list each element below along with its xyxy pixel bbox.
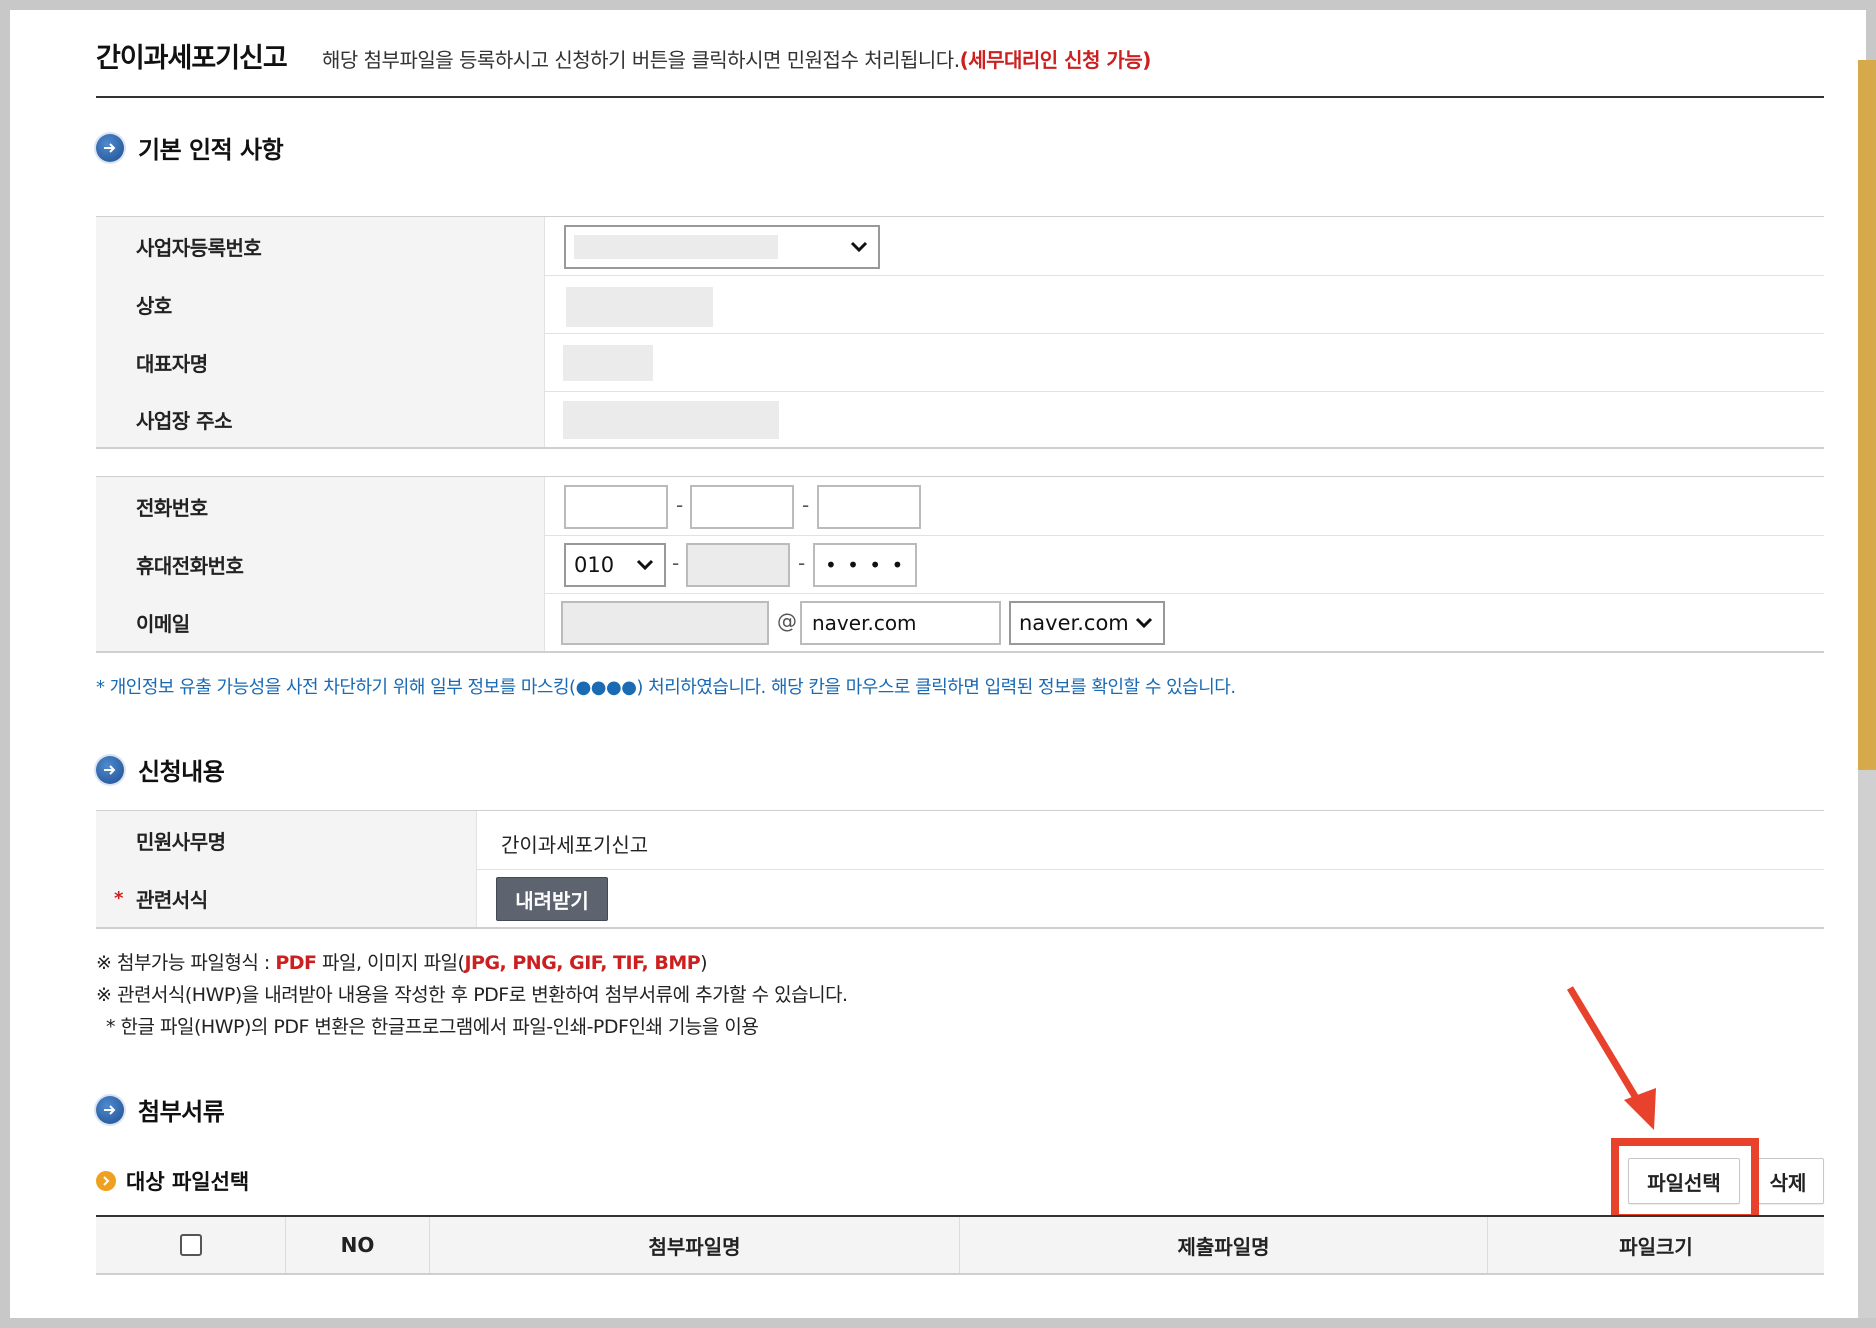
orange-chevron-icon [96,1171,116,1191]
mobile-middle-field[interactable] [686,543,790,587]
page-description: 해당 첨부파일을 등록하시고 신청하기 버튼을 클릭하시면 민원접수 처리됩니다… [322,44,1151,73]
phone-field-1[interactable] [564,485,668,529]
row-representative: 대표자명 [96,333,1824,392]
label-email: 이메일 [96,593,545,651]
row-related-form: * 관련서식 내려받기 [96,869,1824,927]
label-company: 상호 [96,275,545,333]
masked-address [563,401,779,439]
arrow-circle-icon [96,1095,124,1124]
mobile-prefix-value: 010 [574,553,615,577]
label-representative: 대표자명 [96,333,545,391]
required-mark: * [114,887,123,909]
section-label: 신청내용 [138,758,225,786]
row-phone: 전화번호 - - [96,477,1824,536]
note-text: ) [700,952,708,974]
related-form-text: 관련서식 [136,887,208,912]
highlight-box [1611,1138,1759,1222]
col-file-size: 파일크기 [1619,1234,1693,1259]
mobile-last-field[interactable]: • • • • [813,543,917,587]
chevron-down-icon [850,241,868,253]
select-all-cell [96,1217,286,1273]
side-scroll-track [1858,770,1876,1318]
description-highlight: (세무대리인 신청 가능) [959,48,1152,72]
section-attachments-title: 첨부서류 [96,1092,225,1127]
note-text: 파일, 이미지 파일( [316,952,465,974]
biz-no-select[interactable] [564,225,880,269]
file-select-subtitle: 대상 파일선택 [96,1166,249,1196]
label-biz-no: 사업자등록번호 [96,217,545,275]
col-attached-file-name: 첨부파일명 [430,1217,960,1273]
note-text: ※ 첨부가능 파일형식 : [96,952,276,974]
dash: - [676,493,684,517]
masked-representative [563,345,653,381]
email-at-sign: @ [777,609,797,633]
note-hwp-convert: ※ 관련서식(HWP)을 내려받아 내용을 작성한 후 PDF로 변환하여 첨부… [96,984,848,1006]
phone-field-3[interactable] [817,485,921,529]
phone-field-2[interactable] [690,485,794,529]
label-mobile: 휴대전화번호 [96,535,545,593]
email-domain-select[interactable]: naver.com [1009,601,1165,645]
section-label: 첨부서류 [138,1098,225,1126]
page-title: 간이과세포기신고 [96,43,288,74]
label-related-form: * 관련서식 [96,869,477,927]
subtitle-text: 대상 파일선택 [126,1170,250,1194]
section-application-title: 신청내용 [96,752,225,787]
note-image-formats: JPG, PNG, GIF, TIF, BMP [464,952,701,974]
description-text: 해당 첨부파일을 등록하시고 신청하기 버튼을 클릭하시면 민원접수 처리됩니다… [322,48,960,72]
masked-company [566,287,713,327]
arrow-circle-icon [96,755,124,784]
email-id-field[interactable] [561,601,769,645]
side-scroll-strip [1858,60,1876,770]
row-company: 상호 [96,275,1824,334]
delete-button[interactable]: 삭제 [1752,1158,1824,1204]
label-phone: 전화번호 [96,477,545,535]
dash: - [802,493,810,517]
masked-biz-no [574,235,778,259]
email-domain-select-value: naver.com [1019,611,1129,635]
section-label: 기본 인적 사항 [138,136,284,164]
arrow-circle-icon [96,133,124,162]
attachments-table-header: NO 첨부파일명 제출파일명 파일크기 [96,1215,1824,1275]
note-file-formats: ※ 첨부가능 파일형식 : PDF 파일, 이미지 파일(JPG, PNG, G… [96,948,708,975]
row-mobile: 휴대전화번호 010 - - • • • • [96,535,1824,594]
email-domain-field[interactable]: naver.com [800,601,1001,645]
application-table: 민원사무명 간이과세포기신고 * 관련서식 내려받기 [96,810,1824,929]
note-hwp-pdf-print: * 한글 파일(HWP)의 PDF 변환은 한글프로그램에서 파일-인쇄-PDF… [106,1016,759,1038]
col-no: NO [286,1217,430,1273]
download-form-button[interactable]: 내려받기 [496,877,608,921]
row-service-name: 민원사무명 간이과세포기신고 [96,811,1824,870]
select-all-checkbox[interactable] [179,1234,202,1256]
row-email: 이메일 @ naver.com naver.com [96,593,1824,651]
note-pdf: PDF [275,952,317,974]
dash: - [672,551,680,575]
dash: - [798,551,806,575]
chevron-down-icon [636,559,654,571]
header-divider [96,96,1824,98]
row-biz-no: 사업자등록번호 [96,217,1824,276]
basic-info-table: 사업자등록번호 상호 대표자명 사업장 주소 [96,216,1824,449]
label-service-name: 민원사무명 [96,811,477,869]
contact-table: 전화번호 - - 휴대전화번호 010 - - • • • • 이메일 @ na… [96,476,1824,653]
row-address: 사업장 주소 [96,391,1824,447]
annotation-arrow-icon [1566,986,1656,1130]
privacy-notice: * 개인정보 유출 가능성을 사전 차단하기 위해 일부 정보를 마스킹(●●●… [96,677,1236,698]
mobile-prefix-select[interactable]: 010 [564,543,666,587]
service-name-value: 간이과세포기신고 [501,833,649,857]
label-address: 사업장 주소 [96,391,545,447]
col-submitted-file-name: 제출파일명 [960,1217,1488,1273]
chevron-down-icon [1135,617,1153,629]
section-basic-info-title: 기본 인적 사항 [96,130,284,165]
